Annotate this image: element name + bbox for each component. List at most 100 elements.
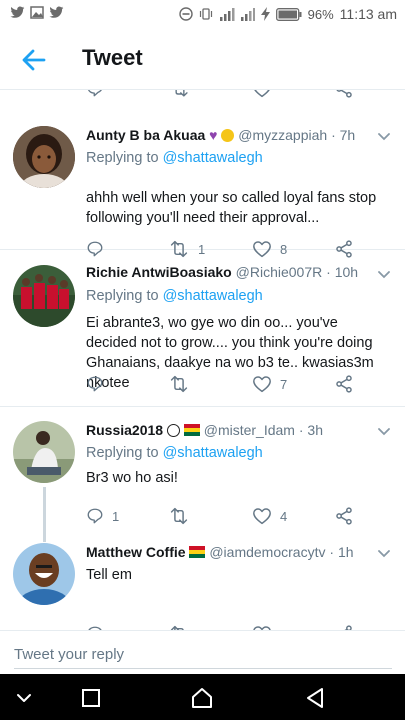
like-icon[interactable] xyxy=(252,90,272,98)
tweet-time: 3h xyxy=(307,422,323,438)
clock: 11:13 am xyxy=(339,6,397,22)
avatar-image xyxy=(13,421,75,483)
replying-to-label: Replying to xyxy=(86,445,163,461)
share-icon[interactable] xyxy=(334,90,354,98)
separator: · xyxy=(294,422,308,438)
retweet-button[interactable] xyxy=(168,373,198,395)
purple-heart-emoji-icon: ♥ xyxy=(209,127,218,143)
retweet-icon xyxy=(170,507,188,525)
battery-icon xyxy=(275,7,302,21)
back-icon[interactable] xyxy=(303,686,327,710)
mention-link[interactable]: @shattawalegh xyxy=(163,150,263,166)
tweet-item[interactable]: Russia2018 @mister_Idam · 3h Replying to… xyxy=(0,407,405,542)
reply-button[interactable]: 1 xyxy=(86,505,119,527)
share-icon xyxy=(336,375,352,393)
avatar[interactable] xyxy=(13,126,75,188)
reply-icon[interactable] xyxy=(86,90,104,98)
chevron-down-icon[interactable] xyxy=(377,270,391,280)
charging-icon xyxy=(260,7,270,21)
chevron-down-icon[interactable] xyxy=(377,549,391,559)
tweet-time: 10h xyxy=(334,264,359,280)
battery-percentage: 96% xyxy=(307,6,334,22)
tweet-item[interactable]: Matthew Coffie @iamdemocracytv · 1h Tell… xyxy=(0,530,405,630)
tweet-actions xyxy=(86,623,376,630)
retweet-button[interactable] xyxy=(168,505,198,527)
tweet-header: Matthew Coffie @iamdemocracytv · 1h xyxy=(86,544,354,560)
reply-composer xyxy=(0,630,405,674)
tweet-header: Russia2018 @mister_Idam · 3h xyxy=(86,422,323,438)
reply-input[interactable] xyxy=(14,641,392,669)
tweet-time: 1h xyxy=(337,544,354,560)
tweet-header: Aunty B ba Akuaa ♥ @myzzappiah · 7h xyxy=(86,127,355,143)
replying-to-label: Replying to xyxy=(86,288,163,304)
status-bar: 96% 11:13 am xyxy=(0,0,405,28)
separator: · xyxy=(322,264,335,280)
previous-tweet-actions xyxy=(0,90,405,98)
reply-icon xyxy=(87,376,103,392)
twitter-notification-icon-2 xyxy=(49,6,64,18)
do-not-disturb-icon xyxy=(178,7,193,21)
display-name[interactable]: Matthew Coffie xyxy=(86,544,186,560)
reply-feed[interactable]: Aunty B ba Akuaa ♥ @myzzappiah · 7h Repl… xyxy=(0,90,405,630)
image-notification-icon xyxy=(30,6,44,19)
system-nav-bar xyxy=(0,674,405,720)
retweet-icon[interactable] xyxy=(170,90,190,98)
replying-to: Replying to @shattawalegh xyxy=(86,288,263,304)
avatar[interactable] xyxy=(13,265,75,327)
tweet-actions: 1 4 xyxy=(86,505,376,527)
chevron-down-icon[interactable] xyxy=(377,132,391,142)
like-icon xyxy=(253,376,271,393)
avatar[interactable] xyxy=(13,421,75,483)
vibrate-icon xyxy=(199,8,212,20)
like-button[interactable] xyxy=(252,623,272,630)
display-name[interactable]: Richie AntwiBoasiako xyxy=(86,264,232,280)
like-button[interactable]: 4 xyxy=(252,505,287,527)
signal-icon-2 xyxy=(240,7,255,21)
share-button[interactable] xyxy=(334,505,354,527)
tweet-text: Tell em xyxy=(86,567,132,583)
mention-link[interactable]: @shattawalegh xyxy=(163,288,263,304)
retweet-button[interactable] xyxy=(168,623,190,630)
retweet-icon xyxy=(170,375,188,393)
user-handle[interactable]: @iamdemocracytv xyxy=(209,544,325,560)
ghana-flag-emoji-icon xyxy=(183,424,200,436)
recent-apps-icon[interactable] xyxy=(79,686,103,710)
display-name[interactable]: Russia2018 xyxy=(86,422,163,438)
reply-button[interactable] xyxy=(86,373,104,395)
share-button[interactable] xyxy=(334,373,354,395)
tweet-time: 7h xyxy=(339,127,356,143)
user-handle[interactable]: @mister_Idam xyxy=(204,422,295,438)
avatar-image xyxy=(13,543,75,605)
tweet-header: Richie AntwiBoasiako @Richie007R · 10h xyxy=(86,264,358,280)
separator: · xyxy=(325,544,338,560)
avatar-image xyxy=(13,126,75,188)
page-title: Tweet xyxy=(82,45,143,70)
avatar[interactable] xyxy=(13,543,75,605)
display-name[interactable]: Aunty B ba Akuaa xyxy=(86,127,205,143)
chevron-down-icon[interactable] xyxy=(377,427,391,437)
status-indicators: 96% 11:13 am xyxy=(178,6,397,22)
replying-to-label: Replying to xyxy=(86,150,163,166)
reply-count: 1 xyxy=(112,508,120,524)
back-arrow-icon[interactable] xyxy=(20,46,48,74)
nav-collapse-icon[interactable] xyxy=(12,686,36,710)
signal-icon xyxy=(219,7,235,21)
hugging-face-emoji-icon xyxy=(221,129,235,142)
reply-button[interactable] xyxy=(86,623,104,630)
mention-link[interactable]: @shattawalegh xyxy=(163,445,263,461)
tweet-text: Br3 wo ho asi! xyxy=(86,470,178,486)
user-handle[interactable]: @myzzappiah xyxy=(238,127,327,143)
separator: · xyxy=(327,127,340,143)
tweet-actions: 7 xyxy=(86,373,376,395)
soccer-ball-emoji-icon xyxy=(166,424,180,437)
app-bar: Tweet xyxy=(0,28,405,90)
user-handle[interactable]: @Richie007R xyxy=(236,264,323,280)
twitter-notification-icon xyxy=(10,6,25,18)
home-icon[interactable] xyxy=(190,686,214,710)
like-button[interactable]: 7 xyxy=(252,373,287,395)
like-count: 7 xyxy=(280,376,288,392)
tweet-item[interactable]: Aunty B ba Akuaa ♥ @myzzappiah · 7h Repl… xyxy=(0,110,405,258)
tweet-item[interactable]: Richie AntwiBoasiako @Richie007R · 10h R… xyxy=(0,250,405,407)
like-count: 4 xyxy=(280,508,288,524)
share-button[interactable] xyxy=(334,623,354,630)
